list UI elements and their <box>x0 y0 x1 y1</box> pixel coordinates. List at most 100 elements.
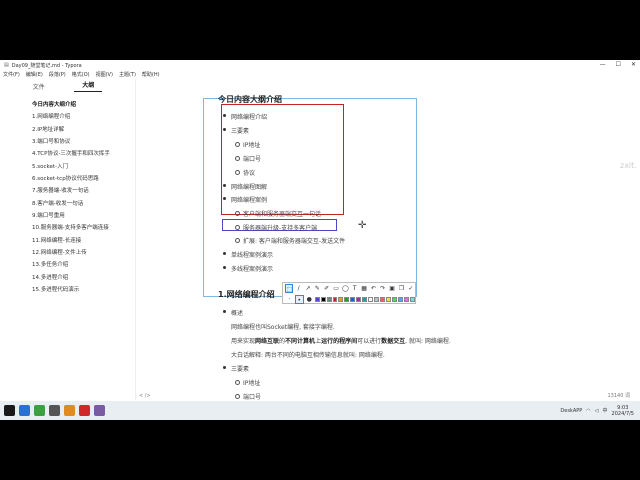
app-icon[interactable] <box>64 405 75 416</box>
color-swatch[interactable] <box>374 297 380 302</box>
color-swatch[interactable] <box>409 297 415 302</box>
outline-list: 今日内容大纲介绍 1.网络编程介绍 2.IP地址详解 3.端口号和协议 4.TC… <box>0 93 135 297</box>
window-title: Day09_随堂笔记.md - Typora <box>11 62 82 69</box>
list-item: IP地址 <box>234 380 261 387</box>
color-swatch[interactable] <box>386 297 392 302</box>
text-run: 可以进行 <box>357 338 382 345</box>
list-item: 网络编程案例 <box>222 197 268 204</box>
color-swatch[interactable] <box>356 297 362 302</box>
text-run: 用来实现 <box>231 338 256 345</box>
outline-sidebar: 文件 大纲 今日内容大纲介绍 1.网络编程介绍 2.IP地址详解 3.端口号和协… <box>0 79 136 400</box>
outline-item[interactable]: 15.多进程代码演示 <box>32 284 135 296</box>
menu-file[interactable]: 文件(F) <box>3 71 20 78</box>
color-swatch[interactable] <box>314 297 320 302</box>
text-bold: 数据交互 <box>381 338 406 345</box>
outline-item[interactable]: 6.socket-tcp协议代码思路 <box>32 173 135 185</box>
tab-files[interactable]: 文件 <box>33 82 45 91</box>
copy-icon[interactable]: ❐ <box>397 284 405 293</box>
document-editor[interactable]: 今日内容大纲介绍 网络编程介绍 三要素 IP地址 端口号 协议 网络编程图解 网… <box>200 79 620 400</box>
tray-app-label[interactable]: DeskAPP <box>560 408 582 414</box>
outline-item[interactable]: 13.多任务介绍 <box>32 259 135 271</box>
save-icon[interactable]: ▣ <box>388 284 396 293</box>
ime-indicator[interactable]: 中 <box>603 407 608 414</box>
outline-item[interactable]: 12.网络编程-文件上传 <box>32 247 135 259</box>
status-bar: < /> 13140 词 <box>136 391 640 400</box>
typora-icon: ▤ <box>4 62 9 68</box>
undo-icon[interactable]: ↶ <box>369 284 377 293</box>
line-tool-icon[interactable]: ∕ <box>294 284 302 293</box>
menu-view[interactable]: 视图(V) <box>96 71 113 78</box>
color-swatch[interactable] <box>362 297 368 302</box>
outline-item[interactable]: 3.端口号和协议 <box>32 136 135 148</box>
select-tool-icon[interactable]: ⬚ <box>285 284 294 293</box>
tab-outline[interactable]: 大纲 <box>74 80 103 92</box>
rectangle-tool-icon[interactable]: ▭ <box>332 284 340 293</box>
app-icon[interactable] <box>49 405 60 416</box>
maximize-icon[interactable]: ☐ <box>616 61 621 68</box>
app-icon[interactable] <box>19 405 30 416</box>
menu-help[interactable]: 帮助(H) <box>142 71 160 78</box>
menu-theme[interactable]: 主题(T) <box>119 71 136 78</box>
taskbar: DeskAPP ◠ ◁ 中 9:03 2024/7/5 <box>0 401 640 420</box>
color-swatch[interactable] <box>320 297 326 302</box>
list-item: 网络编程介绍 <box>222 114 268 121</box>
toolbar-tools-row: ⬚ ∕ ↗ ✎ ✐ ▭ ◯ T ▦ ↶ ↷ ▣ ❐ ✓ <box>283 283 415 294</box>
clock[interactable]: 9:03 2024/7/5 <box>612 405 634 417</box>
outline-item[interactable]: 4.TCP协议-三次握手和四次挥手 <box>32 148 135 160</box>
volume-icon[interactable]: ◁ <box>595 408 599 414</box>
outline-item[interactable]: 7.服务器端-收发一句话 <box>32 185 135 197</box>
outline-item[interactable]: 9.端口号重用 <box>32 210 135 222</box>
minimize-icon[interactable]: — <box>600 61 606 68</box>
color-swatch[interactable] <box>350 297 356 302</box>
list-item: IP地址 <box>234 142 261 149</box>
outline-item[interactable]: 今日内容大纲介绍 <box>32 99 135 111</box>
pen-tool-icon[interactable]: ✎ <box>313 284 321 293</box>
text-tool-icon[interactable]: T <box>351 284 359 293</box>
redo-icon[interactable]: ↷ <box>379 284 387 293</box>
pen-size-large-icon[interactable]: ● <box>305 295 314 304</box>
outline-item[interactable]: 8.客户端-收发一句话 <box>32 198 135 210</box>
system-tray: DeskAPP ◠ ◁ 中 9:03 2024/7/5 <box>560 405 640 417</box>
pen-size-medium-icon[interactable]: • <box>294 295 304 304</box>
outline-item[interactable]: 10.服务器端-支持多客户端连接 <box>32 222 135 234</box>
source-mode-toggle[interactable]: < /> <box>139 393 151 399</box>
list-item: 端口号 <box>234 156 262 163</box>
color-swatch[interactable] <box>326 297 332 302</box>
arrow-tool-icon[interactable]: ↗ <box>304 284 312 293</box>
marker-tool-icon[interactable]: ✐ <box>323 284 331 293</box>
list-item: 扩展: 客户端和服务器端交互-发送文件 <box>234 238 346 245</box>
list-item: 服务器端升级-支持多客户端 <box>234 225 318 232</box>
outline-item[interactable]: 1.网络编程介绍 <box>32 111 135 123</box>
color-swatch[interactable] <box>338 297 344 302</box>
color-swatch[interactable] <box>403 297 409 302</box>
crosshair-cursor-icon: ✛ <box>358 220 367 231</box>
ellipse-tool-icon[interactable]: ◯ <box>341 284 349 293</box>
pen-size-small-icon[interactable]: · <box>285 295 294 304</box>
text-bold: 不同计算机 <box>285 338 316 345</box>
color-swatch[interactable] <box>332 297 338 302</box>
color-swatch[interactable] <box>380 297 386 302</box>
outline-item[interactable]: 11.网络编程-长连接 <box>32 235 135 247</box>
outline-item[interactable]: 2.IP地址详解 <box>32 124 135 136</box>
menu-format[interactable]: 格式(O) <box>72 71 90 78</box>
menu-edit[interactable]: 编辑(E) <box>26 71 43 78</box>
menu-paragraph[interactable]: 段落(P) <box>49 71 66 78</box>
close-icon[interactable]: ✕ <box>631 61 636 68</box>
outline-item[interactable]: 14.多进程介绍 <box>32 272 135 284</box>
color-swatch[interactable] <box>344 297 350 302</box>
color-swatch[interactable] <box>398 297 403 302</box>
confirm-icon[interactable]: ✓ <box>407 284 415 293</box>
color-swatch[interactable] <box>392 297 397 302</box>
outline-item[interactable]: 5.socket-入门 <box>32 161 135 173</box>
app-icon[interactable] <box>79 405 90 416</box>
network-icon[interactable]: ◠ <box>586 408 590 414</box>
color-swatch[interactable] <box>368 297 374 302</box>
paragraph: 大白话解释: 两台不同的电脑互相传输信息就叫: 网络编程. <box>231 352 385 359</box>
screenshot-toolbar: ⬚ ∕ ↗ ✎ ✐ ▭ ◯ T ▦ ↶ ↷ ▣ ❐ ✓ · • ● <box>282 282 416 304</box>
app-icon[interactable] <box>94 405 105 416</box>
list-item: 概述 <box>222 310 244 317</box>
paragraph: 网络编程也叫Socket编程, 套接字编程. <box>231 324 335 331</box>
start-icon[interactable] <box>4 405 15 416</box>
app-icon[interactable] <box>34 405 45 416</box>
mosaic-tool-icon[interactable]: ▦ <box>360 284 368 293</box>
